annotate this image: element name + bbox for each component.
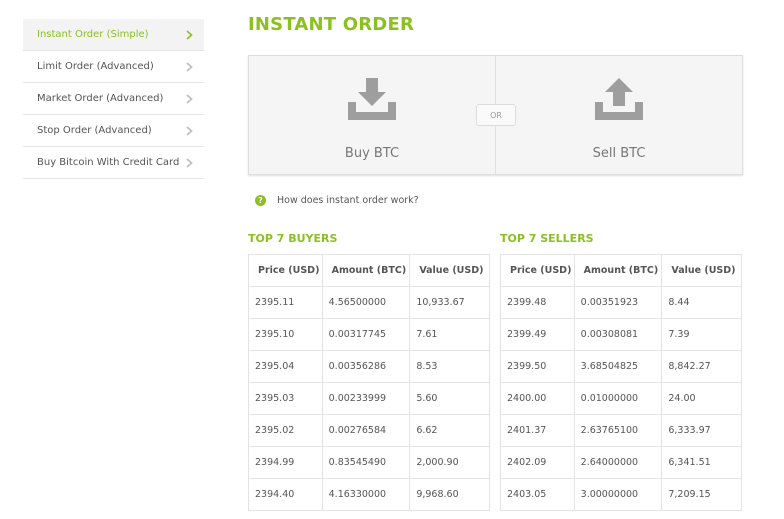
sidebar-item-label: Stop Order (Advanced) (37, 125, 152, 136)
value-cell: 8.44 (661, 286, 742, 319)
amount-cell: 4.56500000 (321, 286, 411, 319)
trade-panel: Buy BTC Sell BTC OR (248, 55, 743, 175)
amount-cell: 0.01000000 (573, 382, 663, 415)
table-header-row: Price (USD) Amount (BTC) Value (USD) (500, 254, 742, 287)
table-row: 2395.04 0.00356286 8.53 (248, 350, 490, 383)
sidebar-nav: Instant Order (Simple) Limit Order (Adva… (23, 19, 204, 179)
sidebar-item-label: Instant Order (Simple) (37, 29, 149, 40)
value-cell: 7,209.15 (661, 478, 742, 511)
value-cell: 7.61 (409, 318, 490, 351)
buyers-title: TOP 7 BUYERS (248, 232, 338, 245)
column-header: Amount (BTC) (321, 254, 411, 287)
price-cell: 2399.50 (500, 350, 575, 383)
sell-btc-label: Sell BTC (592, 146, 646, 161)
amount-cell: 2.63765100 (573, 414, 663, 447)
buy-btc-button[interactable]: Buy BTC (249, 56, 495, 174)
column-header: Amount (BTC) (573, 254, 663, 287)
price-cell: 2399.48 (500, 286, 575, 319)
table-row: 2394.99 0.83545490 2,000.90 (248, 446, 490, 479)
or-divider-badge: OR (476, 104, 516, 126)
amount-cell: 3.68504825 (573, 350, 663, 383)
sellers-table: Price (USD) Amount (BTC) Value (USD) 239… (500, 254, 742, 511)
amount-cell: 0.00233999 (321, 382, 411, 415)
value-cell: 6,341.51 (661, 446, 742, 479)
amount-cell: 0.00317745 (321, 318, 411, 351)
column-header: Price (USD) (500, 254, 575, 287)
buyers-table: Price (USD) Amount (BTC) Value (USD) 239… (248, 254, 490, 511)
price-cell: 2400.00 (500, 382, 575, 415)
price-cell: 2394.40 (248, 478, 323, 511)
price-cell: 2395.03 (248, 382, 323, 415)
price-cell: 2403.05 (500, 478, 575, 511)
amount-cell: 4.16330000 (321, 478, 411, 511)
amount-cell: 2.64000000 (573, 446, 663, 479)
column-header: Price (USD) (248, 254, 323, 287)
price-cell: 2402.09 (500, 446, 575, 479)
price-cell: 2395.04 (248, 350, 323, 383)
sellers-title: TOP 7 SELLERS (500, 232, 594, 245)
table-row: 2401.37 2.63765100 6,333.97 (500, 414, 742, 447)
amount-cell: 0.00276584 (321, 414, 411, 447)
sidebar-item-credit-card[interactable]: Buy Bitcoin With Credit Card (23, 147, 204, 179)
price-cell: 2395.10 (248, 318, 323, 351)
value-cell: 8.53 (409, 350, 490, 383)
chevron-right-icon (184, 61, 194, 72)
table-row: 2399.50 3.68504825 8,842.27 (500, 350, 742, 383)
instant-order-help-link[interactable]: ? How does instant order work? (255, 195, 419, 206)
sidebar-item-market-order[interactable]: Market Order (Advanced) (23, 83, 204, 115)
column-header: Value (USD) (661, 254, 742, 287)
sell-btc-button[interactable]: Sell BTC (495, 56, 742, 174)
amount-cell: 0.00308081 (573, 318, 663, 351)
sidebar-item-label: Limit Order (Advanced) (37, 61, 154, 72)
table-row: 2395.03 0.00233999 5.60 (248, 382, 490, 415)
sidebar-item-label: Buy Bitcoin With Credit Card (37, 157, 180, 168)
chevron-right-icon (184, 29, 194, 40)
sidebar-item-limit-order[interactable]: Limit Order (Advanced) (23, 51, 204, 83)
sidebar-item-label: Market Order (Advanced) (37, 93, 164, 104)
upload-icon (595, 78, 643, 120)
value-cell: 9,968.60 (409, 478, 490, 511)
value-cell: 2,000.90 (409, 446, 490, 479)
value-cell: 8,842.27 (661, 350, 742, 383)
price-cell: 2394.99 (248, 446, 323, 479)
price-cell: 2395.02 (248, 414, 323, 447)
price-cell: 2395.11 (248, 286, 323, 319)
chevron-right-icon (184, 125, 194, 136)
table-row: 2395.02 0.00276584 6.62 (248, 414, 490, 447)
value-cell: 6,333.97 (661, 414, 742, 447)
value-cell: 5.60 (409, 382, 490, 415)
chevron-right-icon (184, 157, 194, 168)
amount-cell: 0.00356286 (321, 350, 411, 383)
price-cell: 2401.37 (500, 414, 575, 447)
table-row: 2399.49 0.00308081 7.39 (500, 318, 742, 351)
column-header: Value (USD) (409, 254, 490, 287)
value-cell: 10,933.67 (409, 286, 490, 319)
table-row: 2402.09 2.64000000 6,341.51 (500, 446, 742, 479)
table-row: 2400.00 0.01000000 24.00 (500, 382, 742, 415)
value-cell: 6.62 (409, 414, 490, 447)
table-row: 2399.48 0.00351923 8.44 (500, 286, 742, 319)
value-cell: 7.39 (661, 318, 742, 351)
sidebar-item-stop-order[interactable]: Stop Order (Advanced) (23, 115, 204, 147)
amount-cell: 0.00351923 (573, 286, 663, 319)
table-row: 2395.11 4.56500000 10,933.67 (248, 286, 490, 319)
sidebar-item-instant-order[interactable]: Instant Order (Simple) (23, 19, 204, 51)
amount-cell: 3.00000000 (573, 478, 663, 511)
value-cell: 24.00 (661, 382, 742, 415)
page-title: INSTANT ORDER (248, 14, 415, 35)
question-icon: ? (255, 195, 266, 206)
download-icon (348, 78, 396, 120)
table-header-row: Price (USD) Amount (BTC) Value (USD) (248, 254, 490, 287)
buy-btc-label: Buy BTC (344, 146, 400, 161)
amount-cell: 0.83545490 (321, 446, 411, 479)
table-row: 2395.10 0.00317745 7.61 (248, 318, 490, 351)
table-row: 2394.40 4.16330000 9,968.60 (248, 478, 490, 511)
table-row: 2403.05 3.00000000 7,209.15 (500, 478, 742, 511)
chevron-right-icon (184, 93, 194, 104)
help-label: How does instant order work? (277, 195, 419, 206)
price-cell: 2399.49 (500, 318, 575, 351)
